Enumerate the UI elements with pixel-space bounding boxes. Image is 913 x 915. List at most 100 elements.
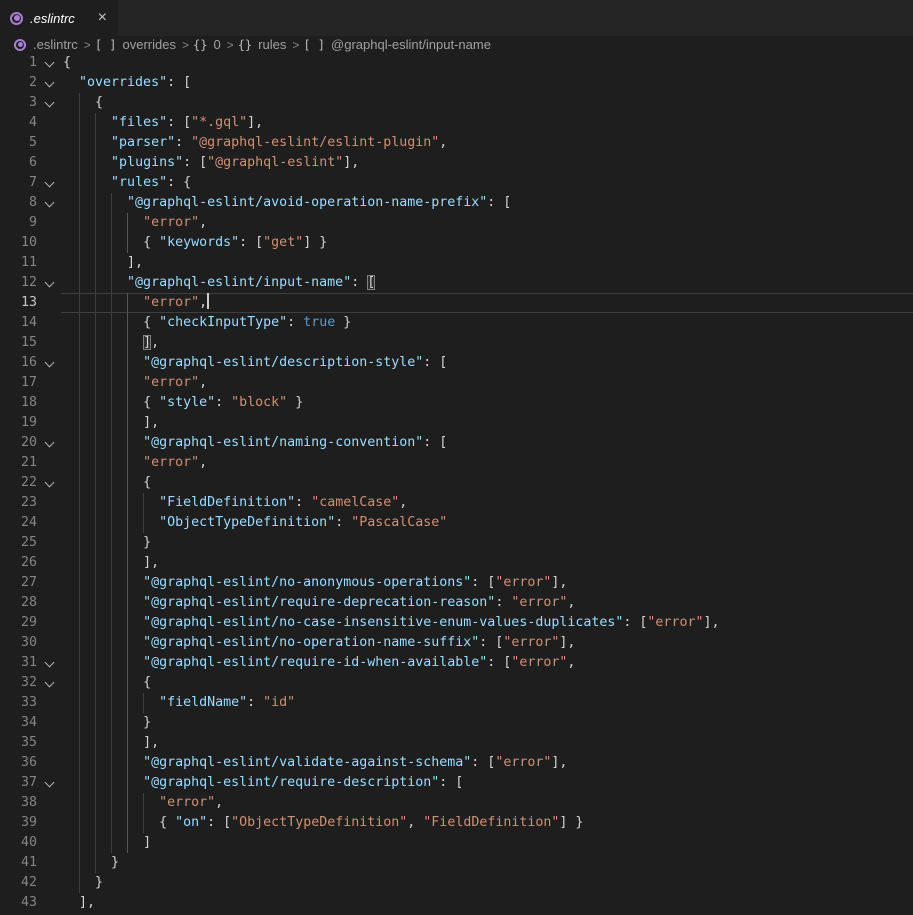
fold-chevron-icon[interactable] — [45, 358, 55, 368]
fold-chevron-icon[interactable] — [45, 278, 55, 288]
code-line[interactable]: 41 } — [0, 853, 913, 873]
line-number: 43 — [0, 893, 37, 913]
code-token: "camelCase" — [311, 495, 399, 510]
code-line[interactable]: 33 "fieldName": "id" — [0, 693, 913, 713]
code-text: "fieldName": "id" — [63, 693, 295, 713]
code-token: , — [199, 215, 207, 230]
code-text: "overrides": [ — [63, 73, 191, 93]
code-line[interactable]: 26 ], — [0, 553, 913, 573]
code-token: ], — [551, 755, 567, 770]
line-number: 29 — [0, 613, 37, 633]
code-text: ], — [63, 333, 159, 353]
code-line[interactable]: 3 { — [0, 93, 913, 113]
fold-chevron-icon[interactable] — [45, 438, 55, 448]
code-line[interactable]: 14 { "checkInputType": true } — [0, 313, 913, 333]
fold-chevron-icon[interactable] — [45, 98, 55, 108]
code-line[interactable]: 10 { "keywords": ["get"] } — [0, 233, 913, 253]
code-token: "error" — [143, 215, 199, 230]
code-line[interactable]: 38 "error", — [0, 793, 913, 813]
line-number: 11 — [0, 253, 37, 273]
code-line[interactable]: 25 } — [0, 533, 913, 553]
code-line[interactable]: 5 "parser": "@graphql-eslint/eslint-plug… — [0, 133, 913, 153]
breadcrumb-item-eslintrc[interactable]: .eslintrc — [14, 37, 80, 52]
fold-chevron-icon[interactable] — [45, 778, 55, 788]
code-line[interactable]: 9 "error", — [0, 213, 913, 233]
code-token: { — [159, 815, 175, 830]
code-line[interactable]: 31 "@graphql-eslint/require-id-when-avai… — [0, 653, 913, 673]
code-line[interactable]: 42 } — [0, 873, 913, 893]
line-number: 18 — [0, 393, 37, 413]
code-text: "error", — [63, 793, 223, 813]
code-line[interactable]: 12 "@graphql-eslint/input-name": [ — [0, 273, 913, 293]
tab-eslintrc[interactable]: .eslintrc × — [0, 0, 118, 36]
breadcrumb-item-input-name[interactable]: [ ] @graphql-eslint/input-name — [303, 37, 493, 52]
code-line[interactable]: 11 ], — [0, 253, 913, 273]
code-line[interactable]: 6 "plugins": ["@graphql-eslint"], — [0, 153, 913, 173]
code-token: , — [439, 135, 447, 150]
code-token: : [ — [479, 635, 503, 650]
code-line[interactable]: 8 "@graphql-eslint/avoid-operation-name-… — [0, 193, 913, 213]
breadcrumb-item-0[interactable]: {} 0 — [193, 37, 223, 52]
code-line[interactable]: 32 { — [0, 673, 913, 693]
code-line[interactable]: 19 ], — [0, 413, 913, 433]
close-icon[interactable]: × — [97, 10, 108, 26]
fold-chevron-icon[interactable] — [45, 198, 55, 208]
code-token: , — [567, 595, 575, 610]
code-token: } — [143, 715, 151, 730]
code-line[interactable]: 2 "overrides": [ — [0, 73, 913, 93]
code-line[interactable]: 40 ] — [0, 833, 913, 853]
symbol-object-icon: {} — [238, 38, 252, 52]
fold-chevron-icon[interactable] — [45, 78, 55, 88]
code-line[interactable]: 27 "@graphql-eslint/no-anonymous-operati… — [0, 573, 913, 593]
code-token: : [ — [239, 235, 263, 250]
code-line[interactable]: 36 "@graphql-eslint/validate-against-sch… — [0, 753, 913, 773]
breadcrumb-item-rules[interactable]: {} rules — [238, 37, 289, 52]
code-token: ] } — [559, 815, 583, 830]
code-token: } — [287, 395, 303, 410]
fold-chevron-icon[interactable] — [45, 478, 55, 488]
code-line[interactable]: 15 ], — [0, 333, 913, 353]
code-line[interactable]: 20 "@graphql-eslint/naming-convention": … — [0, 433, 913, 453]
code-line[interactable]: 30 "@graphql-eslint/no-operation-name-su… — [0, 633, 913, 653]
code-token: { — [143, 395, 159, 410]
code-token: "error" — [511, 655, 567, 670]
fold-chevron-icon[interactable] — [45, 58, 55, 68]
code-line[interactable]: 23 "FieldDefinition": "camelCase", — [0, 493, 913, 513]
code-line[interactable]: 13 "error", — [0, 293, 913, 313]
code-line[interactable]: 17 "error", — [0, 373, 913, 393]
line-number: 8 — [0, 193, 37, 213]
code-line[interactable]: 39 { "on": ["ObjectTypeDefinition", "Fie… — [0, 813, 913, 833]
fold-chevron-icon[interactable] — [45, 178, 55, 188]
code-line[interactable]: 21 "error", — [0, 453, 913, 473]
line-number: 22 — [0, 473, 37, 493]
line-number: 9 — [0, 213, 37, 233]
code-line[interactable]: 18 { "style": "block" } — [0, 393, 913, 413]
code-line[interactable]: 7 "rules": { — [0, 173, 913, 193]
code-token: , — [407, 815, 423, 830]
eslint-file-icon — [10, 12, 23, 25]
code-editor[interactable]: 1{2 "overrides": [3 {4 "files": ["*.gql"… — [0, 53, 913, 915]
code-line[interactable]: 34 } — [0, 713, 913, 733]
fold-chevron-icon[interactable] — [45, 678, 55, 688]
code-line[interactable]: 1{ — [0, 53, 913, 73]
code-line[interactable]: 4 "files": ["*.gql"], — [0, 113, 913, 133]
code-line[interactable]: 22 { — [0, 473, 913, 493]
code-line[interactable]: 35 ], — [0, 733, 913, 753]
code-token: : — [247, 695, 263, 710]
eslint-icon — [14, 39, 26, 51]
code-text: } — [63, 853, 119, 873]
breadcrumb: .eslintrc > [ ] overrides > {} 0 > {} ru… — [0, 36, 913, 53]
code-line[interactable]: 24 "ObjectTypeDefinition": "PascalCase" — [0, 513, 913, 533]
code-token: "@graphql-eslint/naming-convention" — [143, 435, 423, 450]
fold-chevron-icon[interactable] — [45, 658, 55, 668]
code-token: "error" — [495, 755, 551, 770]
code-text: } — [63, 873, 103, 893]
code-line[interactable]: 29 "@graphql-eslint/no-case-insensitive-… — [0, 613, 913, 633]
code-line[interactable]: 16 "@graphql-eslint/description-style": … — [0, 353, 913, 373]
chevron-right-icon: > — [84, 38, 91, 52]
code-line[interactable]: 37 "@graphql-eslint/require-description"… — [0, 773, 913, 793]
code-text: { — [63, 473, 151, 493]
code-line[interactable]: 43 ], — [0, 893, 913, 913]
breadcrumb-item-overrides[interactable]: [ ] overrides — [95, 37, 178, 52]
code-line[interactable]: 28 "@graphql-eslint/require-deprecation-… — [0, 593, 913, 613]
